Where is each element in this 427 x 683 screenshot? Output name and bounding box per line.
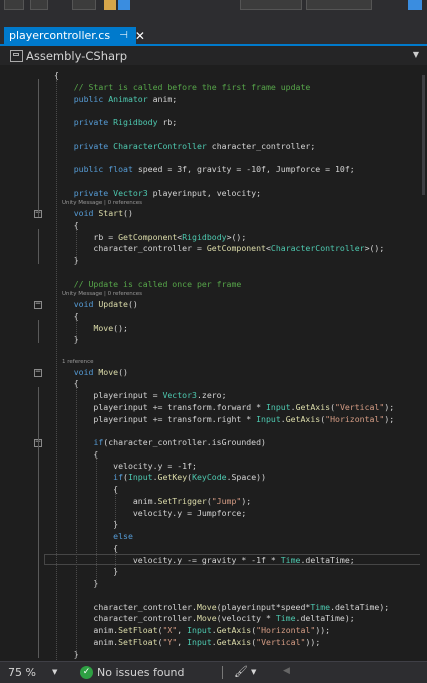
fold-region-line [38, 79, 39, 218]
code-line[interactable]: void Start() [54, 208, 133, 218]
toolbar-item[interactable] [72, 0, 96, 10]
code-line[interactable]: { [54, 484, 118, 494]
tab-playercontroller[interactable]: playercontroller.cs ⊣ ✕ [4, 27, 145, 44]
code-line[interactable]: public float speed = 3f, gravity = -10f,… [54, 164, 355, 174]
toolbar-item[interactable] [30, 0, 48, 10]
project-dropdown[interactable]: Assembly-CSharp ▼ [0, 46, 427, 66]
code-line[interactable]: character_controller.Move(playerinput*sp… [54, 602, 389, 612]
code-line[interactable]: character_controller = GetComponent<Char… [54, 243, 384, 253]
fold-region-line [38, 319, 39, 344]
scroll-left-icon[interactable]: ◀ [283, 666, 290, 676]
vertical-scrollbar[interactable] [420, 65, 427, 661]
code-line[interactable]: // Start is called before the first fram… [54, 82, 311, 92]
tab-title: playercontroller.cs [9, 29, 111, 42]
fold-toggle-icon[interactable]: − [34, 300, 42, 310]
code-line[interactable]: else [54, 531, 133, 541]
code-line[interactable]: playerinput += transform.right * Input.G… [54, 414, 394, 424]
csharp-project-icon [10, 49, 23, 62]
code-line[interactable]: } [54, 334, 79, 344]
code-line[interactable]: character_controller.Move(velocity * Tim… [54, 613, 354, 623]
code-line[interactable]: velocity.y -= gravity * -1f * Time.delta… [54, 555, 355, 565]
code-line[interactable]: } [54, 519, 118, 529]
project-name: Assembly-CSharp [26, 48, 128, 63]
code-line[interactable]: anim.SetFloat("X", Input.GetAxis("Horizo… [54, 625, 330, 635]
toolbar-strip [0, 0, 427, 23]
code-line[interactable]: { [54, 70, 59, 80]
code-line[interactable]: // Update is called once per frame [54, 279, 242, 289]
fold-region-line [38, 457, 39, 588]
check-circle-icon: ✓ [80, 666, 93, 679]
code-line[interactable]: private Vector3 playerinput, velocity; [54, 188, 261, 198]
code-line[interactable]: { [54, 449, 98, 459]
code-line[interactable]: if(Input.GetKey(KeyCode.Space)) [54, 472, 266, 482]
code-line[interactable]: } [54, 578, 98, 588]
cleanup-dropdown-icon[interactable]: ▼ [251, 668, 256, 676]
code-line[interactable]: velocity.y = Jumpforce; [54, 508, 246, 518]
fold-toggle-icon[interactable]: − [34, 367, 42, 377]
chevron-down-icon[interactable]: ▼ [413, 50, 419, 59]
code-line[interactable]: playerinput += transform.forward * Input… [54, 402, 394, 412]
code-line[interactable]: playerinput = Vector3.zero; [54, 390, 226, 400]
code-line[interactable]: if(character_controller.isGrounded) [54, 437, 266, 447]
status-bar: 75 % ▼ ✓ No issues found 🖌 ▼ ◀ [0, 661, 427, 683]
code-line[interactable]: rb = GetComponent<Rigidbody>(); [54, 232, 246, 242]
scrollbar-thumb[interactable] [422, 75, 425, 195]
toolbar-item[interactable] [408, 0, 422, 10]
code-line[interactable]: anim.SetFloat("Y", Input.GetAxis("Vertic… [54, 637, 320, 647]
code-line[interactable]: { [54, 543, 118, 553]
codelens-label[interactable]: Unity Message | 0 references [62, 200, 142, 206]
pin-icon[interactable]: ⊣ [119, 30, 128, 41]
code-line[interactable]: private Rigidbody rb; [54, 117, 178, 127]
code-line[interactable]: } [54, 566, 118, 576]
code-line[interactable]: { [54, 378, 79, 388]
codelens-label[interactable]: Unity Message | 0 references [62, 291, 142, 297]
toolbar-item[interactable] [104, 0, 116, 10]
code-editor[interactable]: −−−− { // Start is called before the fir… [0, 65, 427, 661]
code-line[interactable]: public Animator anim; [54, 94, 178, 104]
codelens-label[interactable]: 1 reference [62, 359, 94, 365]
toolbar-item[interactable] [4, 0, 24, 10]
tab-bar: playercontroller.cs ⊣ ✕ [0, 22, 427, 44]
code-line[interactable]: } [54, 649, 79, 659]
code-line[interactable]: anim.SetTrigger("Jump"); [54, 496, 251, 506]
code-line[interactable]: void Move() [54, 367, 128, 377]
toolbar-config-dropdown[interactable] [240, 0, 302, 10]
issues-status[interactable]: No issues found [97, 666, 184, 679]
code-line[interactable]: void Update() [54, 299, 138, 309]
close-icon[interactable]: ✕ [135, 29, 145, 43]
code-line[interactable]: { [54, 311, 79, 321]
toolbar-item[interactable] [118, 0, 130, 10]
zoom-level[interactable]: 75 % [8, 666, 36, 679]
code-line[interactable]: { [54, 220, 79, 230]
code-line[interactable]: private CharacterController character_co… [54, 141, 316, 151]
brush-icon[interactable]: 🖌 [234, 665, 248, 678]
status-divider [222, 666, 223, 679]
code-line[interactable]: } [54, 255, 79, 265]
code-line[interactable]: Move(); [54, 323, 128, 333]
zoom-dropdown-icon[interactable]: ▼ [52, 668, 57, 676]
toolbar-platform-dropdown[interactable] [306, 0, 372, 10]
code-line[interactable]: velocity.y = -1f; [54, 461, 197, 471]
fold-region-line [38, 228, 39, 265]
